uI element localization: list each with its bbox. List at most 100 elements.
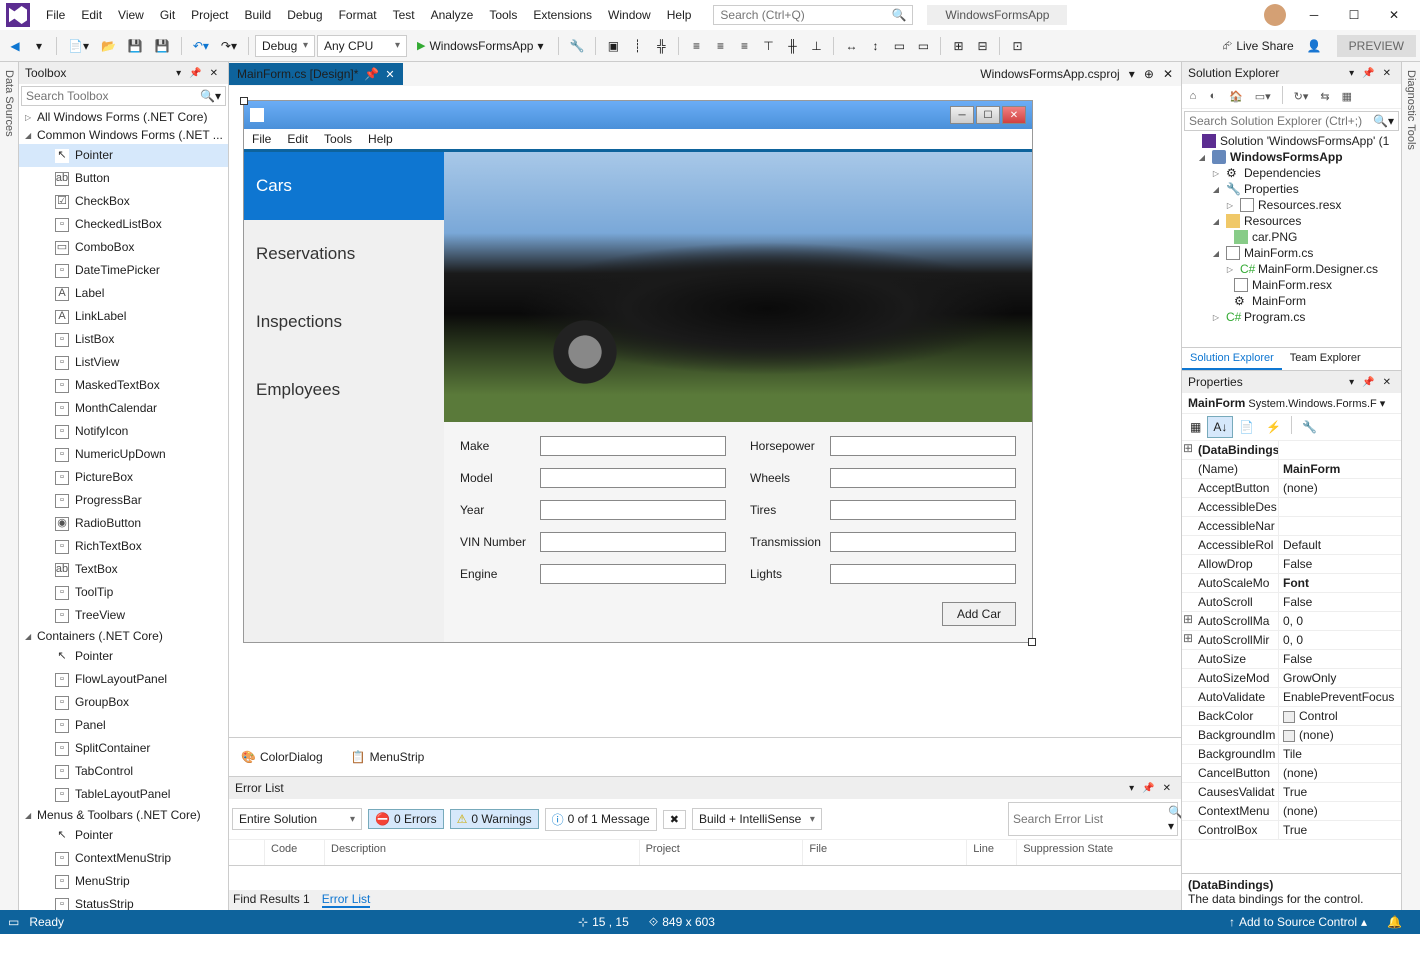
props-pages[interactable]: 🔧 [1296, 416, 1323, 438]
tray-menustrip[interactable]: 📋MenuStrip [351, 750, 425, 764]
toolbox-item-button[interactable]: abButton [19, 167, 228, 190]
sol-sync-button[interactable]: 🏠 [1224, 86, 1248, 106]
errorlist-tab[interactable]: Error List [322, 892, 371, 908]
undo-button[interactable]: ↶▾ [188, 35, 214, 57]
sol-program[interactable]: ▷C#Program.cs [1182, 309, 1401, 325]
document-tab-mainform[interactable]: MainForm.cs [Design]* 📌 ✕ [229, 63, 403, 85]
start-debug-button[interactable]: ▶ WindowsFormsApp ▾ [409, 35, 552, 57]
toolbox-item-tabcontrol[interactable]: ▫TabControl [19, 760, 228, 783]
toolbox-group[interactable]: Menus & Toolbars (.NET Core) [19, 806, 228, 824]
data-sources-tab[interactable]: Data Sources [0, 62, 19, 910]
toolbox-item-menustrip[interactable]: ▫MenuStrip [19, 870, 228, 893]
props-close[interactable]: ✕ [1383, 377, 1391, 388]
notifications-button[interactable]: 🔔 [1387, 915, 1402, 929]
add-car-button[interactable]: Add Car [942, 602, 1016, 626]
menu-build[interactable]: Build [237, 4, 280, 26]
prop-row[interactable]: (Name)MainForm [1182, 460, 1401, 479]
sol-mfdep[interactable]: ⚙MainForm [1182, 293, 1401, 309]
toolbox-item-numericupdown[interactable]: ▫NumericUpDown [19, 443, 228, 466]
form-close[interactable]: ✕ [1002, 106, 1026, 124]
car-picturebox[interactable] [444, 152, 1032, 422]
toolbar-btn-1[interactable]: 🔧 [565, 35, 590, 57]
toolbox-item-progressbar[interactable]: ▫ProgressBar [19, 489, 228, 512]
tab-pin-icon[interactable]: 📌 [364, 67, 379, 81]
toolbox-item-flowlayoutpanel[interactable]: ▫FlowLayoutPanel [19, 668, 228, 691]
prop-row[interactable]: BackgroundImTile [1182, 745, 1401, 764]
tray-colordialog[interactable]: 🎨ColorDialog [241, 750, 323, 764]
nav-cars[interactable]: Cars [244, 152, 444, 220]
messages-filter-button[interactable]: ⓘ0 of 1 Message [545, 808, 657, 831]
add-source-control-button[interactable]: ↑ Add to Source Control ▴ [1229, 915, 1367, 929]
toolbar-btn-2[interactable]: ▣ [602, 35, 624, 57]
toolbox-item-pointer[interactable]: ↖Pointer [19, 824, 228, 847]
new-project-button[interactable]: 📄▾ [63, 35, 94, 57]
errors-filter-button[interactable]: ⛔0 Errors [368, 809, 444, 829]
quick-search-input[interactable] [720, 8, 891, 22]
tab-team-explorer[interactable]: Team Explorer [1282, 348, 1369, 370]
error-list-pin[interactable]: 📌 [1142, 783, 1154, 794]
toolbox-group[interactable]: All Windows Forms (.NET Core) [19, 108, 228, 126]
input-model[interactable] [540, 468, 726, 488]
form-menu-help[interactable]: Help [368, 132, 393, 146]
config-combo[interactable]: Debug [255, 35, 315, 57]
input-horsepower[interactable] [830, 436, 1016, 456]
menu-project[interactable]: Project [183, 4, 236, 26]
prop-row[interactable]: CausesValidatTrue [1182, 783, 1401, 802]
toolbox-item-checkedlistbox[interactable]: ▫CheckedListBox [19, 213, 228, 236]
toolbox-item-listview[interactable]: ▫ListView [19, 351, 228, 374]
toolbar-btn-3[interactable]: ┊ [626, 35, 648, 57]
findresults-tab[interactable]: Find Results 1 [233, 892, 310, 908]
tab-solution-explorer[interactable]: Solution Explorer [1182, 348, 1282, 370]
window-close[interactable]: ✕ [1374, 1, 1414, 29]
error-search-input[interactable] [1013, 812, 1168, 826]
center-h[interactable]: ⊞ [947, 35, 969, 57]
sol-dropdown[interactable]: ▾ [1349, 68, 1354, 79]
input-year[interactable] [540, 500, 726, 520]
sol-collapse-button[interactable]: ⇆ [1315, 86, 1334, 106]
form-minimize[interactable]: ─ [950, 106, 974, 124]
prop-row[interactable]: AutoScaleMoFont [1182, 574, 1401, 593]
menu-extensions[interactable]: Extensions [525, 4, 600, 26]
menu-analyze[interactable]: Analyze [423, 4, 482, 26]
sol-deps[interactable]: ▷⚙Dependencies [1182, 165, 1401, 181]
sol-resfolder[interactable]: ◢Resources [1182, 213, 1401, 229]
live-share-button[interactable]: ⮳ Live Share [1217, 35, 1300, 57]
align-middle[interactable]: ╫ [781, 35, 803, 57]
props-categorized[interactable]: ▦ [1184, 416, 1207, 438]
toolbox-item-tooltip[interactable]: ▫ToolTip [19, 581, 228, 604]
tab-order[interactable]: ⊡ [1006, 35, 1028, 57]
toolbox-item-tablelayoutpanel[interactable]: ▫TableLayoutPanel [19, 783, 228, 806]
sol-props[interactable]: ◢🔧Properties [1182, 181, 1401, 197]
design-surface[interactable]: ─ ☐ ✕ File Edit Tools Help Cars Reservat… [229, 86, 1181, 737]
toolbox-item-panel[interactable]: ▫Panel [19, 714, 228, 737]
toolbox-item-groupbox[interactable]: ▫GroupBox [19, 691, 228, 714]
quick-search[interactable]: 🔍 [713, 5, 913, 25]
save-all-button[interactable]: 💾 [150, 35, 175, 57]
warnings-filter-button[interactable]: ⚠0 Warnings [450, 809, 539, 829]
diagnostic-tools-tab[interactable]: Diagnostic Tools [1401, 62, 1420, 910]
sol-back-button[interactable]: ◐ [1204, 86, 1222, 106]
align-left[interactable]: ≡ [685, 35, 707, 57]
prop-row[interactable]: ⊞(DataBindings [1182, 441, 1401, 460]
form-menu-tools[interactable]: Tools [324, 132, 352, 146]
build-intellisense-combo[interactable]: Build + IntelliSense [692, 808, 822, 830]
sol-refresh-button[interactable]: ↻▾ [1289, 86, 1314, 106]
form-menu-file[interactable]: File [252, 132, 271, 146]
prop-row[interactable]: AccessibleRolDefault [1182, 536, 1401, 555]
menu-view[interactable]: View [110, 4, 152, 26]
props-events[interactable]: ⚡ [1260, 416, 1287, 438]
prop-row[interactable]: AcceptButton(none) [1182, 479, 1401, 498]
toolbox-item-contextmenustrip[interactable]: ▫ContextMenuStrip [19, 847, 228, 870]
sol-project[interactable]: ◢WindowsFormsApp [1182, 149, 1401, 165]
props-alphabetical[interactable]: A↓ [1207, 416, 1233, 438]
toolbox-item-pointer[interactable]: ↖Pointer [19, 144, 228, 167]
menu-tools[interactable]: Tools [481, 4, 525, 26]
nav-fwd-button[interactable]: ▾ [28, 35, 50, 57]
form-maximize[interactable]: ☐ [976, 106, 1000, 124]
menu-edit[interactable]: Edit [73, 4, 110, 26]
redo-button[interactable]: ↷▾ [216, 35, 242, 57]
sol-close[interactable]: ✕ [1383, 68, 1391, 79]
toolbox-dropdown[interactable]: ▾ [176, 68, 181, 79]
toolbox-item-maskedtextbox[interactable]: ▫MaskedTextBox [19, 374, 228, 397]
user-avatar[interactable] [1264, 4, 1286, 26]
